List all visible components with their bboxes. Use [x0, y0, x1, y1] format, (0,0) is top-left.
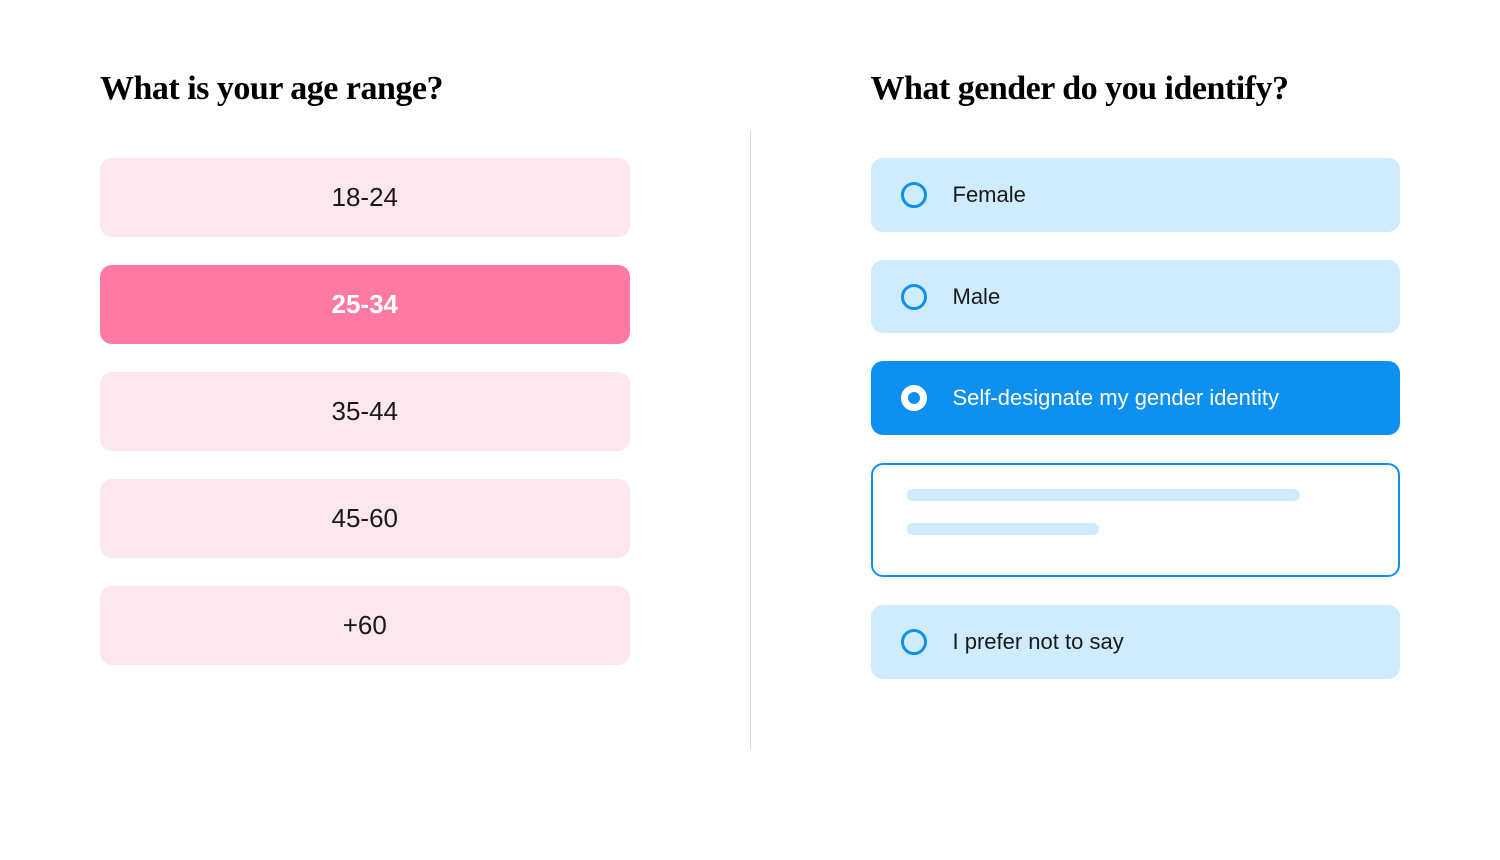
age-option-label: 45-60 [332, 503, 399, 533]
gender-option-label: I prefer not to say [953, 627, 1124, 657]
gender-option-label: Male [953, 282, 1001, 312]
age-option-60-plus[interactable]: +60 [100, 586, 630, 665]
radio-icon [901, 182, 927, 208]
gender-option-prefer-not[interactable]: I prefer not to say [871, 605, 1401, 679]
age-option-label: 25-34 [332, 289, 399, 319]
age-option-label: 35-44 [332, 396, 399, 426]
age-option-45-60[interactable]: 45-60 [100, 479, 630, 558]
placeholder-line-icon [907, 523, 1099, 535]
age-option-25-34[interactable]: 25-34 [100, 265, 630, 344]
age-heading: What is your age range? [100, 70, 630, 108]
age-option-label: +60 [343, 610, 387, 640]
gender-option-label: Self-designate my gender identity [953, 383, 1280, 413]
age-question-column: What is your age range? 18-24 25-34 35-4… [100, 70, 750, 810]
gender-option-label: Female [953, 180, 1026, 210]
gender-option-female[interactable]: Female [871, 158, 1401, 232]
self-designate-text-input[interactable] [871, 463, 1401, 577]
age-option-35-44[interactable]: 35-44 [100, 372, 630, 451]
radio-icon [901, 284, 927, 310]
radio-selected-icon [901, 385, 927, 411]
placeholder-line-icon [907, 489, 1300, 501]
gender-question-column: What gender do you identify? Female Male… [751, 70, 1401, 810]
gender-option-self-designate[interactable]: Self-designate my gender identity [871, 361, 1401, 435]
gender-option-male[interactable]: Male [871, 260, 1401, 334]
age-option-18-24[interactable]: 18-24 [100, 158, 630, 237]
age-option-label: 18-24 [332, 182, 399, 212]
gender-heading: What gender do you identify? [871, 70, 1401, 108]
radio-icon [901, 629, 927, 655]
